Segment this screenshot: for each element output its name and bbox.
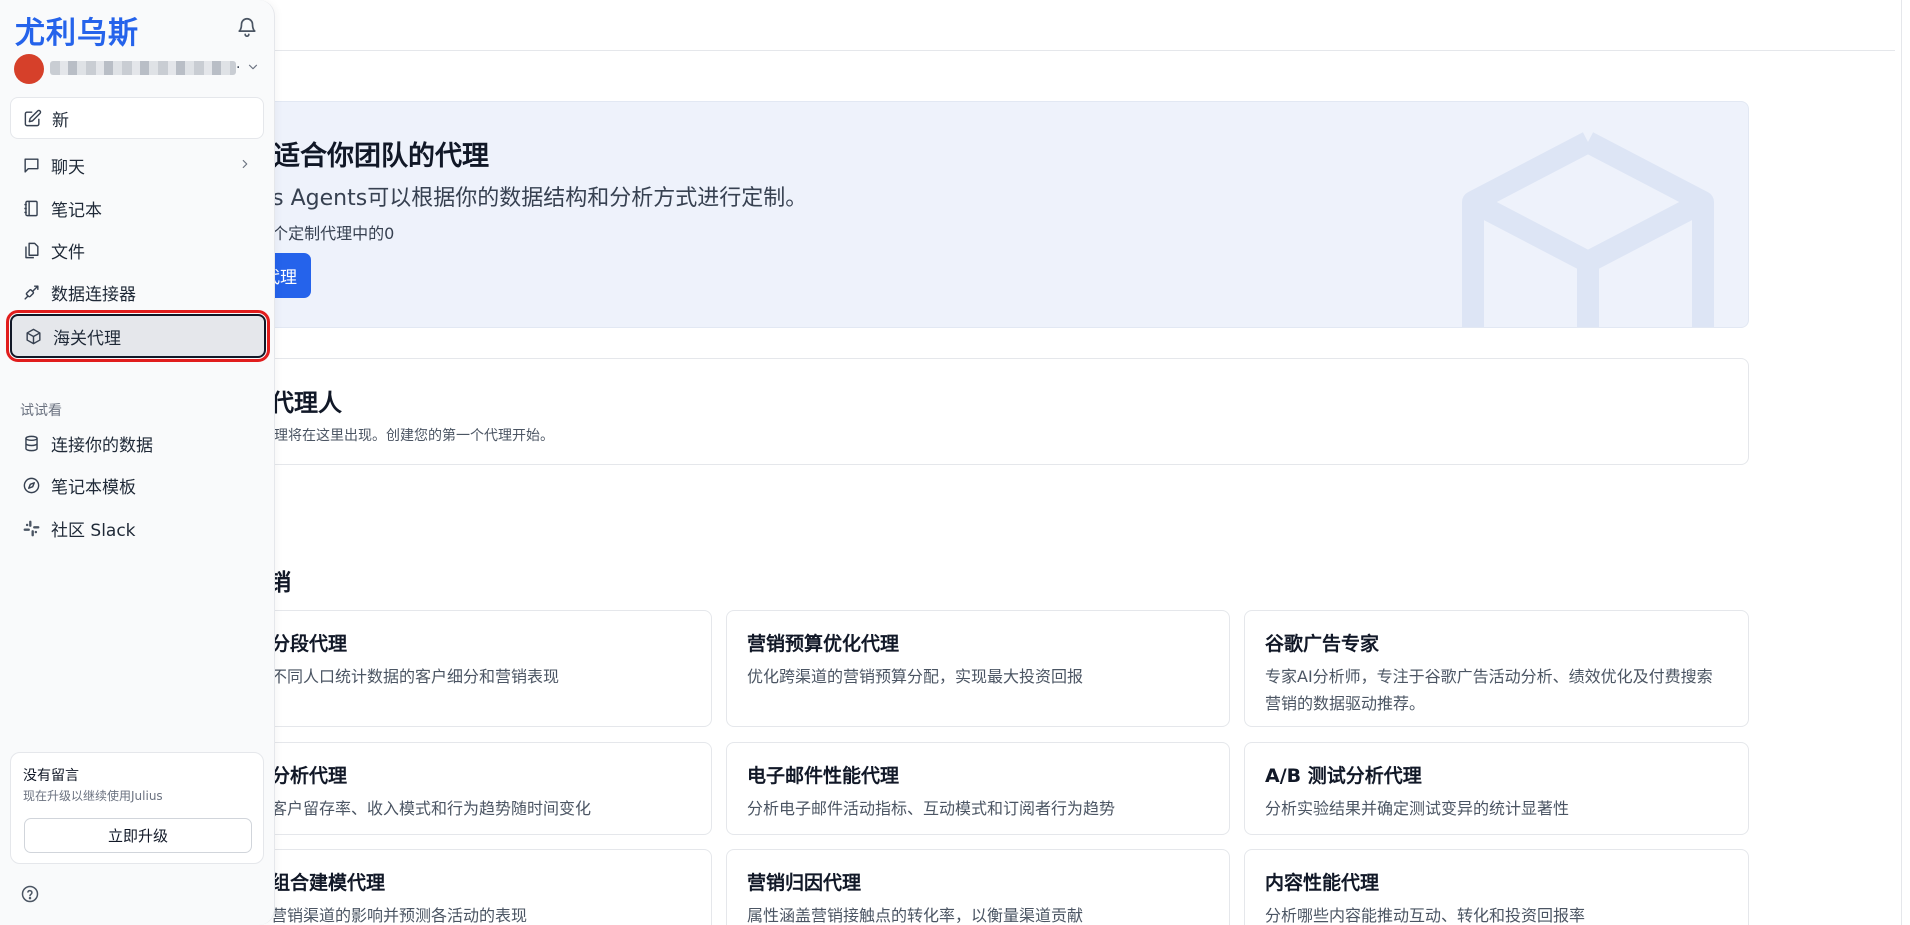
template-description: 分析电子邮件活动指标、互动模式和订阅者行为趋势 [747, 799, 1116, 818]
upgrade-card: 没有留言 现在升级以继续使用Julius 立即升级 [10, 752, 264, 864]
template-card[interactable]: 营销归因代理 属性涵盖营销接触点的转化率，以衡量渠道贡献 [726, 849, 1230, 925]
template-description: 营销渠道的影响并预测各活动的表现 [271, 906, 528, 925]
template-description: 不同人口统计数据的客户细分和营销表现 [271, 667, 560, 686]
sidebar-item-custom-agents[interactable]: 海关代理 [6, 310, 270, 362]
template-title: 分段代理 [271, 633, 348, 655]
template-description: 属性涵盖营销接触点的转化率，以衡量渠道贡献 [747, 906, 1084, 925]
banner-subtitle: lius Agents可以根据你的数据结构和分析方式进行定制。 [246, 186, 808, 211]
app-logo[interactable]: 尤利乌斯 [15, 8, 139, 52]
template-card[interactable]: A/B 测试分析代理 分析实验结果并确定测试变异的统计显著性 [1244, 742, 1749, 835]
template-title: 营销预算优化代理 [747, 633, 900, 655]
upgrade-title: 没有留言 [23, 768, 79, 784]
template-card[interactable]: 组合建模代理 营销渠道的影响并预测各活动的表现 [215, 849, 712, 925]
chevron-down-icon [248, 64, 258, 70]
my-agents-card: 的代理人 制代理将在这里出现。创建您的第一个代理开始。 [215, 358, 1749, 465]
compass-icon [21, 475, 41, 495]
account-name-ellipsis: . [236, 56, 241, 72]
account-switcher[interactable]: . [14, 52, 258, 84]
plug-icon [21, 282, 41, 302]
sidebar-item-label: 文件 [51, 242, 85, 263]
template-description: 优化跨渠道的营销预算分配，实现最大投资回报 [747, 667, 1084, 686]
template-title: 分析代理 [271, 765, 348, 787]
sidebar-item-label: 笔记本 [51, 200, 102, 221]
account-name-redacted [50, 61, 236, 75]
files-icon [21, 240, 41, 260]
help-icon[interactable] [20, 884, 40, 904]
template-title: 营销归因代理 [747, 872, 862, 894]
my-agents-empty-text: 制代理将在这里出现。创建您的第一个代理开始。 [246, 428, 554, 444]
template-card[interactable]: 分析代理 客户留存率、收入模式和行为趋势随时间变化 [215, 742, 712, 835]
bell-icon[interactable] [236, 16, 258, 38]
template-card[interactable]: 营销预算优化代理 优化跨渠道的营销预算分配，实现最大投资回报 [726, 610, 1230, 727]
sidebar-item-files[interactable]: 文件 [10, 230, 264, 270]
sidebar-item-label: 聊天 [51, 157, 85, 178]
sidebar-item-label: 海关代理 [53, 328, 121, 349]
template-title: 谷歌广告专家 [1265, 633, 1380, 655]
scrollbar[interactable] [1901, 0, 1902, 925]
template-card[interactable]: 谷歌广告专家 专家AI分析师，专注于谷歌广告活动分析、绩效优化及付费搜索营销的数… [1244, 610, 1749, 727]
template-title: 内容性能代理 [1265, 872, 1380, 894]
sidebar-item-label: 社区 Slack [51, 520, 136, 541]
slack-icon [21, 518, 41, 538]
sidebar-item-notebook-templates[interactable]: 笔记本模板 [10, 465, 264, 505]
edit-icon [22, 108, 42, 128]
template-title: 电子邮件性能代理 [747, 765, 900, 787]
template-card[interactable]: 电子邮件性能代理 分析电子邮件活动指标、互动模式和订阅者行为趋势 [726, 742, 1230, 835]
new-button[interactable]: 新 [10, 97, 264, 139]
notebook-icon [21, 198, 41, 218]
template-description: 专家AI分析师，专注于谷歌广告活动分析、绩效优化及付费搜索营销的数据驱动推荐。 [1265, 667, 1713, 713]
chat-bubble-icon [21, 155, 41, 175]
main-content: 造适合你团队的代理 lius Agents可以根据你的数据结构和分析方式进行定制… [0, 0, 1910, 925]
sidebar: 尤利乌斯 . 新 聊天 笔记本 文件 数据连接器 海关代理 试试看 连接你的数据… [0, 0, 275, 925]
sidebar-item-label: 连接你的数据 [51, 435, 153, 456]
sidebar-item-chat[interactable]: 聊天 [10, 145, 264, 185]
upgrade-subtitle: 现在升级以继续使用Julius [23, 789, 163, 803]
template-description: 分析哪些内容能推动互动、转化和投资回报率 [1265, 906, 1586, 925]
sidebar-item-community-slack[interactable]: 社区 Slack [10, 508, 264, 548]
avatar [14, 54, 44, 84]
chevron-right-icon [242, 159, 248, 169]
new-label: 新 [52, 110, 69, 131]
sidebar-item-label: 数据连接器 [51, 284, 136, 305]
sidebar-item-connect-data[interactable]: 连接你的数据 [10, 423, 264, 463]
template-description: 客户留存率、收入模式和行为趋势随时间变化 [271, 799, 592, 818]
try-section-label: 试试看 [20, 403, 62, 419]
sidebar-item-notebook[interactable]: 笔记本 [10, 188, 264, 228]
template-card[interactable]: 内容性能代理 分析哪些内容能推动互动、转化和投资回报率 [1244, 849, 1749, 925]
sidebar-item-label: 笔记本模板 [51, 477, 136, 498]
top-bar [0, 0, 1895, 51]
cube-icon [23, 326, 43, 346]
template-card[interactable]: 分段代理 不同人口统计数据的客户细分和营销表现 [215, 610, 712, 727]
banner-title: 造适合你团队的代理 [246, 141, 489, 172]
create-agent-banner: 造适合你团队的代理 lius Agents可以根据你的数据结构和分析方式进行定制… [215, 101, 1749, 328]
upgrade-button[interactable]: 立即升级 [24, 818, 252, 853]
database-icon [21, 433, 41, 453]
cube-icon [1462, 132, 1714, 327]
template-title: 组合建模代理 [271, 872, 386, 894]
sidebar-item-data-connectors[interactable]: 数据连接器 [10, 272, 264, 312]
template-description: 分析实验结果并确定测试变异的统计显著性 [1265, 799, 1570, 818]
template-title: A/B 测试分析代理 [1265, 765, 1422, 787]
